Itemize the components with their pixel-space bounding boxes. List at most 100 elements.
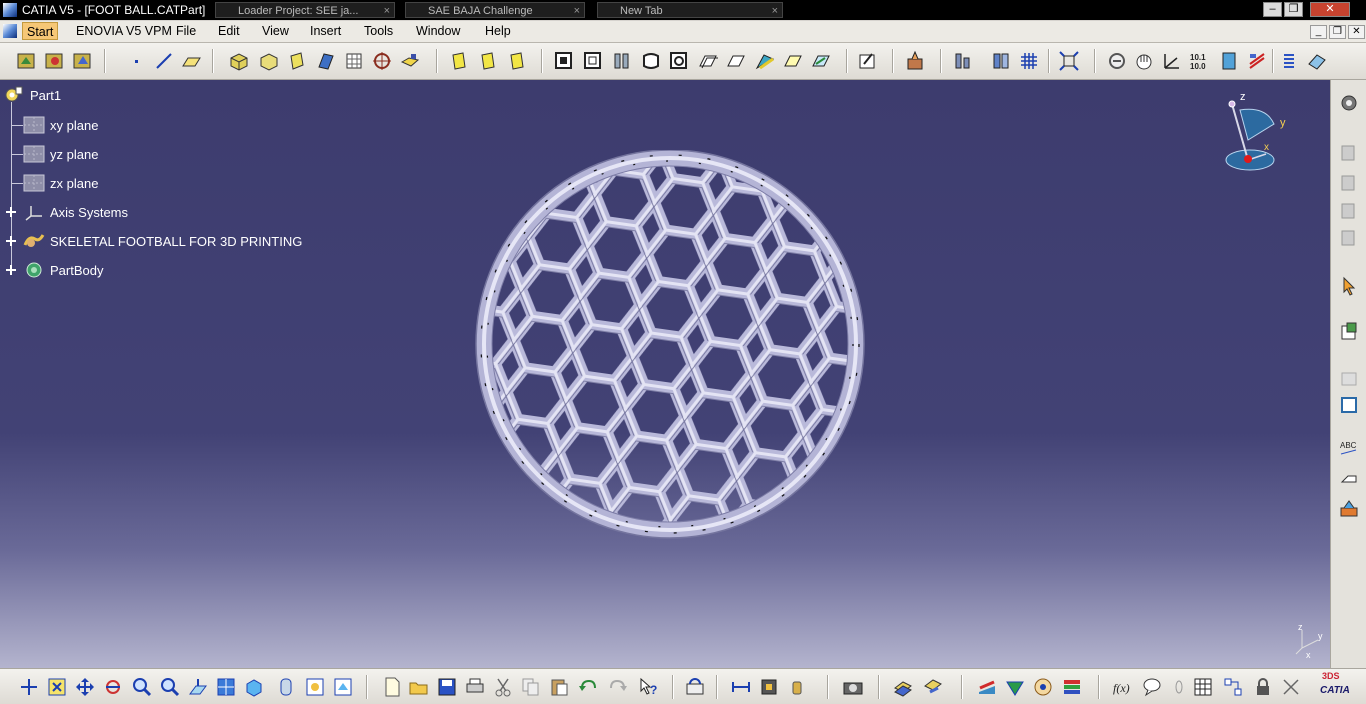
iso-view-icon[interactable]	[243, 676, 265, 698]
compass-widget[interactable]: z y x	[1218, 88, 1288, 178]
menu-view[interactable]: View	[262, 24, 289, 38]
comment-icon[interactable]	[1141, 676, 1163, 698]
paste-icon[interactable]	[548, 676, 570, 698]
open-icon[interactable]	[408, 676, 430, 698]
menu-start[interactable]: Start	[22, 22, 59, 40]
group-icon[interactable]	[1338, 172, 1360, 194]
affinity-icon[interactable]	[1018, 50, 1040, 72]
chamfer-icon[interactable]	[640, 50, 662, 72]
doc-minimize-button[interactable]: _	[1310, 25, 1327, 39]
parameters-icon[interactable]: 10.110.0	[1189, 50, 1211, 72]
shell-icon[interactable]	[697, 50, 719, 72]
skeletal-football-model[interactable]	[470, 150, 870, 550]
render-icon[interactable]	[922, 676, 944, 698]
close-window-button[interactable]: ✕	[1310, 2, 1350, 17]
extract-icon[interactable]	[553, 50, 575, 72]
print-icon[interactable]	[464, 676, 486, 698]
formula-icon[interactable]: f(x)	[1112, 676, 1134, 698]
normal-view-icon[interactable]	[187, 676, 209, 698]
tree-label[interactable]: PartBody	[50, 263, 103, 278]
extrude-icon[interactable]	[228, 50, 250, 72]
whats-this-icon[interactable]: ?	[637, 676, 659, 698]
pan-icon[interactable]	[74, 676, 96, 698]
restore-button[interactable]: ❐	[1284, 2, 1303, 17]
close-icon[interactable]: ×	[772, 3, 778, 17]
doc-close-button[interactable]: ✕	[1348, 25, 1365, 39]
trim-icon[interactable]	[477, 50, 499, 72]
close-icon[interactable]: ×	[574, 3, 580, 17]
rules-icon[interactable]	[1222, 676, 1244, 698]
tree-label[interactable]: Axis Systems	[50, 205, 128, 220]
replace-face-icon[interactable]	[810, 50, 832, 72]
lock-icon[interactable]	[1252, 676, 1274, 698]
knowledge-icon[interactable]	[1004, 676, 1026, 698]
snap-icon[interactable]	[1278, 50, 1300, 72]
save-icon[interactable]	[436, 676, 458, 698]
plane-icon[interactable]	[180, 50, 202, 72]
swap-visible-icon[interactable]	[332, 676, 354, 698]
shading-icon[interactable]	[275, 676, 297, 698]
measure-item-icon[interactable]	[758, 676, 780, 698]
join-icon[interactable]	[399, 50, 421, 72]
cut-icon[interactable]	[492, 676, 514, 698]
rotate-view-icon[interactable]	[1106, 50, 1128, 72]
remove-face-icon[interactable]	[782, 50, 804, 72]
update-icon[interactable]	[684, 676, 706, 698]
sketch-analysis-icon[interactable]	[1338, 200, 1360, 222]
split-icon[interactable]	[448, 50, 470, 72]
select-icon[interactable]	[1338, 275, 1360, 297]
pad-icon[interactable]	[44, 50, 66, 72]
fit-all-icon[interactable]	[46, 676, 68, 698]
tree-label[interactable]: xy plane	[50, 118, 98, 133]
formula-icon[interactable]	[1218, 50, 1240, 72]
point-icon[interactable]	[126, 50, 148, 72]
hide-show-icon[interactable]	[304, 676, 326, 698]
normal-view-icon[interactable]	[1161, 50, 1183, 72]
copy-icon[interactable]	[520, 676, 542, 698]
multisection-icon[interactable]	[343, 50, 365, 72]
menu-insert[interactable]: Insert	[310, 24, 341, 38]
catalog-icon[interactable]	[1246, 50, 1268, 72]
thread-icon[interactable]	[754, 50, 776, 72]
doc-restore-button[interactable]: ❐	[1329, 25, 1346, 39]
fill-icon[interactable]	[315, 50, 337, 72]
line-icon[interactable]	[153, 50, 175, 72]
expand-icon[interactable]	[5, 206, 17, 218]
annotation-icon[interactable]	[1338, 394, 1360, 416]
menu-file[interactable]: File	[176, 24, 196, 38]
new-icon[interactable]	[381, 676, 403, 698]
reactions-icon[interactable]	[1168, 676, 1190, 698]
menu-window[interactable]: Window	[416, 24, 460, 38]
measure-inertia-icon[interactable]	[786, 676, 808, 698]
dimension-icon[interactable]	[1338, 227, 1360, 249]
text-icon[interactable]	[1338, 367, 1360, 389]
thickness-icon[interactable]	[582, 50, 604, 72]
tree-label[interactable]: zx plane	[50, 176, 98, 191]
3d-viewport[interactable]: Part1 xy plane yz plane zx plane Axis Sy…	[0, 80, 1330, 668]
sketcher-icon[interactable]	[16, 50, 38, 72]
tree-label[interactable]: Part1	[30, 88, 61, 103]
compass-icon[interactable]	[1306, 50, 1328, 72]
taskbar-tab-1[interactable]: Loader Project: SEE ja... ×	[215, 2, 395, 18]
catia-app-icon[interactable]	[3, 3, 17, 17]
boundary-icon[interactable]	[506, 50, 528, 72]
check-icon[interactable]	[1280, 676, 1302, 698]
thick-icon[interactable]	[725, 50, 747, 72]
menu-edit[interactable]: Edit	[218, 24, 240, 38]
document-icon[interactable]	[3, 24, 17, 38]
flag-icon[interactable]	[1338, 468, 1360, 490]
sweep-icon[interactable]	[286, 50, 308, 72]
pan-icon[interactable]	[1133, 50, 1155, 72]
minimize-button[interactable]: –	[1263, 2, 1282, 17]
menu-enovia[interactable]: ENOVIA V5 VPM	[76, 24, 172, 38]
expand-icon[interactable]	[5, 264, 17, 276]
redo-icon[interactable]	[607, 676, 629, 698]
taskbar-tab-3[interactable]: New Tab ×	[597, 2, 783, 18]
table-icon[interactable]	[1192, 676, 1214, 698]
zoom-out-icon[interactable]	[159, 676, 181, 698]
apply-material-icon[interactable]	[892, 676, 914, 698]
scale-icon[interactable]	[990, 50, 1012, 72]
close-icon[interactable]: ×	[384, 3, 390, 17]
multi-view-icon[interactable]	[215, 676, 237, 698]
pocket-icon[interactable]	[72, 50, 94, 72]
